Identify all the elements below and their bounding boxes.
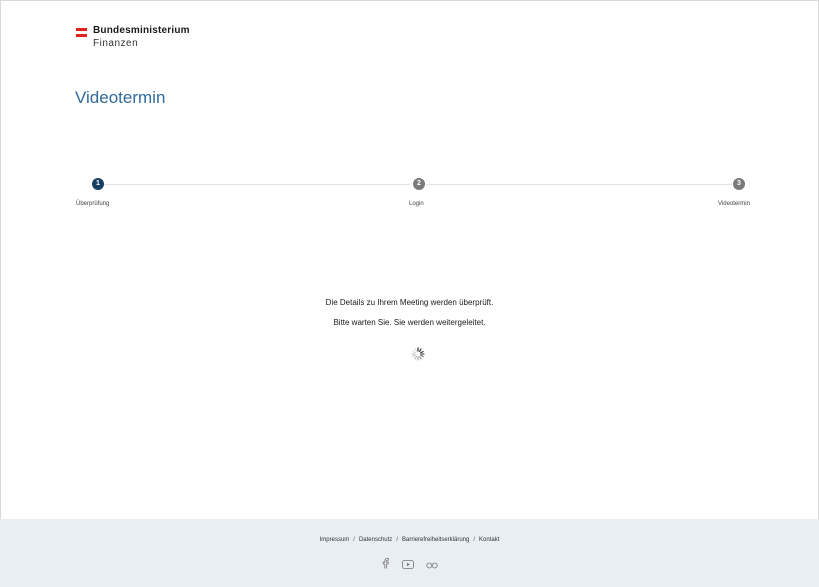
youtube-icon[interactable]: [402, 556, 414, 574]
step-3-indicator: 3: [733, 178, 745, 190]
footer-separator: /: [473, 537, 476, 543]
step-3-label: Videotermin: [718, 201, 750, 207]
status-message-line2: Bitte warten Sie. Sie werden weitergelei…: [333, 318, 486, 327]
stepper-line-1: [104, 184, 410, 185]
flickr-icon[interactable]: [426, 556, 439, 574]
footer-link-datenschutz[interactable]: Datenschutz: [359, 537, 392, 543]
footer-link-kontakt[interactable]: Kontakt: [479, 537, 499, 543]
step-2-indicator: 2: [413, 178, 425, 190]
social-icons: [0, 556, 819, 574]
footer-link-barrierefreiheit[interactable]: Barrierefreiheitserklärung: [402, 537, 469, 543]
logo-text-line2: Finanzen: [93, 38, 139, 49]
page-title: Videotermin: [75, 88, 166, 107]
footer-links: Impressum / Datenschutz / Barrierefreiheitse…: [0, 537, 819, 543]
step-1-indicator: 1: [92, 178, 104, 190]
step-1-label: Überprüfung: [76, 201, 110, 207]
footer-separator: /: [396, 537, 398, 543]
logo-text-line1: Bundesministerium: [93, 25, 190, 36]
status-message-line1: Die Details zu Ihrem Meeting werden über…: [325, 298, 494, 307]
footer-link-impressum[interactable]: Impressum: [320, 537, 350, 543]
page-footer: Impressum / Datenschutz / Barrierefreiheitse…: [0, 519, 819, 587]
stepper-line-2: [426, 184, 732, 185]
footer-separator: /: [353, 537, 355, 543]
loading-spinner-icon: [411, 347, 425, 361]
austrian-flag-icon: [76, 28, 87, 37]
step-2-label: Login: [409, 201, 424, 207]
facebook-icon[interactable]: [381, 556, 390, 574]
